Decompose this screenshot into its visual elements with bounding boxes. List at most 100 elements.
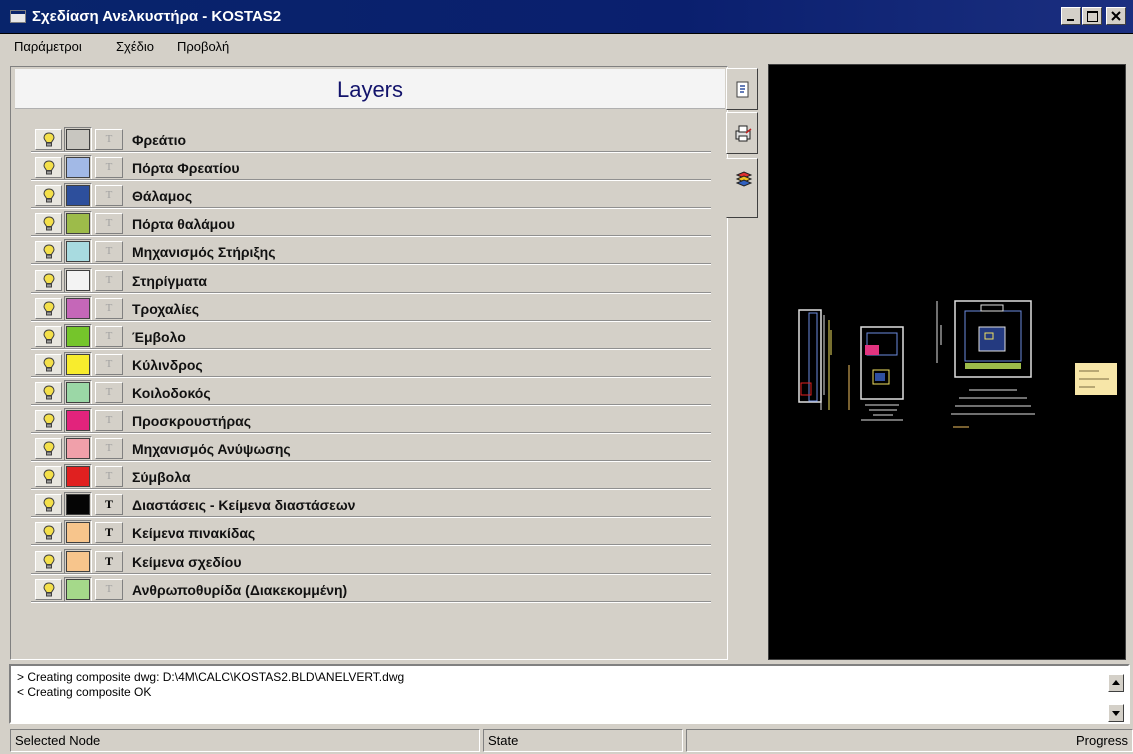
layer-row[interactable]: T Πόρτα Φρεατίου (31, 154, 711, 182)
text-toggle[interactable]: T (95, 381, 123, 403)
visibility-toggle[interactable] (35, 325, 62, 347)
color-swatch[interactable] (66, 297, 90, 319)
lightbulb-icon (43, 357, 55, 372)
layer-row[interactable]: T Έμβολο (31, 323, 711, 351)
maximize-button[interactable] (1082, 7, 1102, 25)
visibility-toggle[interactable] (35, 241, 62, 263)
row-divider (31, 375, 711, 378)
arrow-up-icon (1112, 680, 1120, 685)
text-toggle[interactable]: T (95, 129, 123, 150)
tab-layers[interactable] (726, 158, 758, 218)
plan-view-drawing (936, 300, 1035, 428)
scroll-up-button[interactable] (1108, 674, 1124, 692)
layer-row[interactable]: T Κείμενα σχεδίου (31, 548, 711, 576)
text-toggle[interactable]: T (95, 494, 123, 516)
text-toggle[interactable]: T (95, 157, 123, 179)
visibility-toggle[interactable] (35, 185, 62, 207)
layer-row[interactable]: T Πόρτα θαλάμου (31, 210, 711, 238)
text-toggle[interactable]: T (95, 438, 123, 460)
menu-parameters[interactable]: Παράμετροι (14, 39, 82, 54)
color-swatch[interactable] (66, 466, 90, 488)
visibility-toggle[interactable] (35, 494, 62, 516)
menu-view[interactable]: Προβολή (177, 39, 229, 54)
layer-row[interactable]: T Κύλινδρος (31, 351, 711, 379)
visibility-toggle[interactable] (35, 353, 62, 375)
row-divider (31, 460, 711, 463)
log-line: < Creating composite OK (17, 685, 152, 699)
visibility-toggle[interactable] (35, 129, 62, 150)
visibility-toggle[interactable] (35, 297, 62, 319)
color-swatch[interactable] (66, 522, 90, 544)
lightbulb-icon (43, 385, 55, 400)
color-swatch[interactable] (66, 438, 90, 460)
color-swatch[interactable] (66, 157, 90, 179)
color-swatch[interactable] (66, 578, 90, 600)
scroll-down-button[interactable] (1108, 704, 1124, 722)
menu-drawing[interactable]: Σχέδιο (116, 39, 154, 54)
window-title: Σχεδίαση Ανελκυστήρα - KOSTAS2 (32, 8, 282, 25)
color-swatch[interactable] (66, 550, 90, 572)
text-toggle[interactable]: T (95, 550, 123, 572)
layer-row[interactable]: T Κείμενα πινακίδας (31, 519, 711, 547)
layer-row[interactable]: T Θάλαμος (31, 182, 711, 210)
visibility-toggle[interactable] (35, 522, 62, 544)
color-swatch[interactable] (66, 494, 90, 516)
title-bar[interactable]: Σχεδίαση Ανελκυστήρα - KOSTAS2 (0, 0, 1133, 34)
color-swatch[interactable] (66, 353, 90, 375)
text-toggle[interactable]: T (95, 269, 123, 291)
layer-row[interactable]: T Σύμβολα (31, 463, 711, 491)
text-toggle[interactable]: T (95, 522, 123, 544)
close-button[interactable] (1106, 7, 1126, 25)
color-swatch[interactable] (66, 325, 90, 347)
visibility-toggle[interactable] (35, 213, 62, 235)
tab-print[interactable] (726, 112, 758, 154)
color-swatch[interactable] (66, 185, 90, 207)
text-toggle[interactable]: T (95, 410, 123, 431)
visibility-toggle[interactable] (35, 269, 62, 291)
layer-row[interactable]: T Κοιλοδοκός (31, 379, 711, 407)
text-toggle[interactable]: T (95, 185, 123, 207)
text-toggle[interactable]: T (95, 297, 123, 319)
layer-name: Μηχανισμός Στήριξης (132, 244, 276, 261)
visibility-toggle[interactable] (35, 578, 62, 600)
lightbulb-icon (43, 188, 55, 203)
visibility-toggle[interactable] (35, 438, 62, 460)
layer-row[interactable]: T Προσκρουστήρας (31, 407, 711, 435)
title-block-drawing (1075, 363, 1117, 395)
tab-document[interactable] (726, 68, 758, 110)
layer-name: Τροχαλίες (132, 300, 200, 317)
visibility-toggle[interactable] (35, 466, 62, 488)
layer-row[interactable]: T Τροχαλίες (31, 295, 711, 323)
layer-row[interactable]: T Διαστάσεις - Κείμενα διαστάσεων (31, 491, 711, 519)
text-toggle[interactable]: T (95, 578, 123, 600)
lightbulb-icon (43, 272, 55, 287)
visibility-toggle[interactable] (35, 410, 62, 431)
layer-row[interactable]: T Στηρίγματα (31, 267, 711, 295)
layers-title: Layers (336, 77, 404, 102)
visibility-toggle[interactable] (35, 550, 62, 572)
minimize-button[interactable] (1061, 7, 1081, 25)
color-swatch[interactable] (66, 410, 90, 431)
visibility-toggle[interactable] (35, 157, 62, 179)
layer-row[interactable]: T Φρεάτιο (31, 126, 711, 154)
layer-row[interactable]: T Μηχανισμός Ανύψωσης (31, 435, 711, 463)
drawing-preview[interactable] (768, 64, 1126, 660)
text-toggle[interactable]: T (95, 353, 123, 375)
color-swatch[interactable] (66, 381, 90, 403)
color-swatch[interactable] (66, 269, 90, 291)
elevation-section-drawing (798, 309, 904, 421)
layer-row[interactable]: T Μηχανισμός Στήριξης (31, 238, 711, 266)
visibility-toggle[interactable] (35, 381, 62, 403)
text-toggle[interactable]: T (95, 241, 123, 263)
text-toggle[interactable]: T (95, 466, 123, 488)
log-output[interactable]: > Creating composite dwg: D:\4M\CALC\KOS… (9, 664, 1130, 724)
color-swatch[interactable] (66, 213, 90, 235)
layer-row[interactable]: T Ανθρωποθυρίδα (Διακεκομμένη) (31, 576, 711, 604)
row-divider (31, 347, 711, 350)
row-divider (31, 179, 711, 182)
row-divider (31, 600, 711, 603)
color-swatch[interactable] (66, 241, 90, 263)
color-swatch[interactable] (66, 129, 90, 150)
text-toggle[interactable]: T (95, 213, 123, 235)
text-toggle[interactable]: T (95, 325, 123, 347)
